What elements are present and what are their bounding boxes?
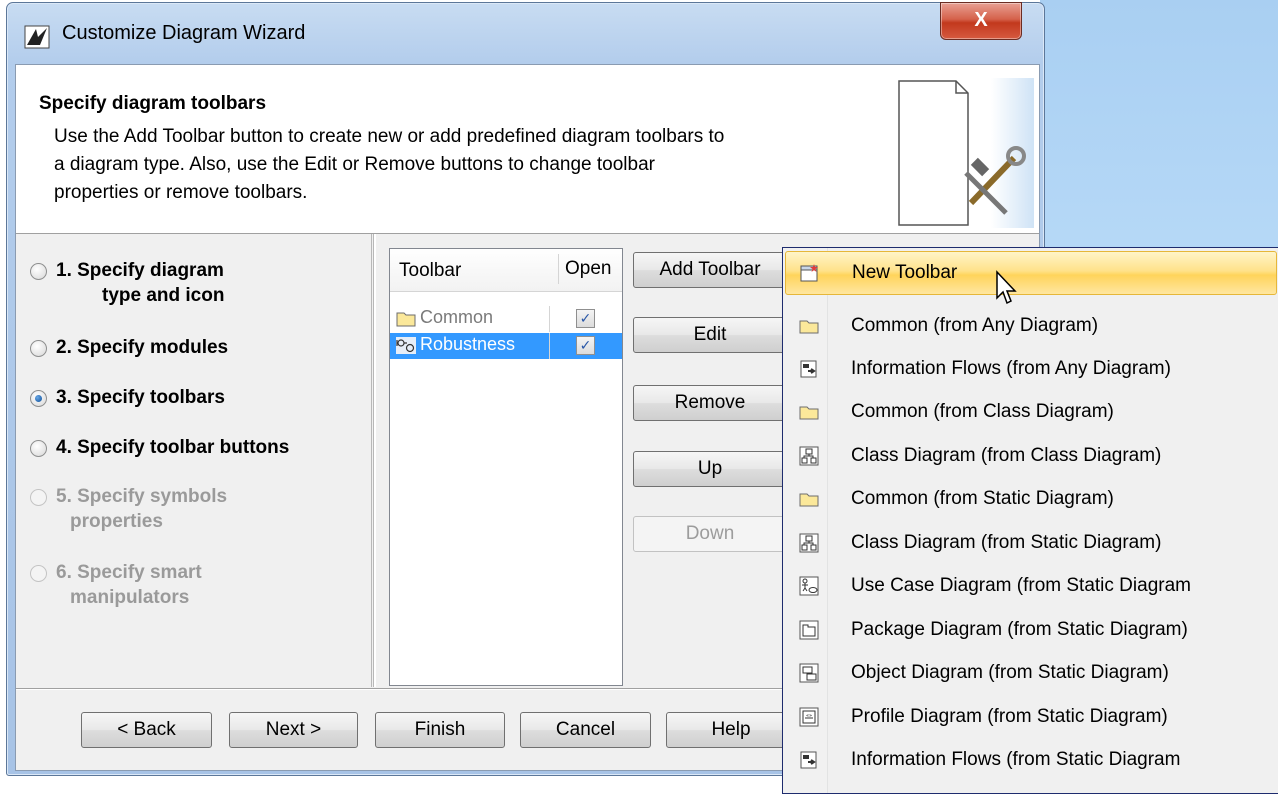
step-label-cont: manipulators: [70, 587, 190, 608]
step-1[interactable]: 1. Specify diagram type and icon: [30, 258, 224, 308]
menu-item-label: Information Flows (from Static Diagram: [851, 749, 1181, 770]
page-description: Use the Add Toolbar button to create new…: [54, 123, 884, 207]
package-diagram-icon: [799, 620, 819, 640]
edit-button[interactable]: Edit: [633, 317, 787, 353]
column-header-toolbar[interactable]: Toolbar: [399, 260, 461, 282]
menu-item-label: Common (from Any Diagram): [851, 315, 1099, 336]
svg-text:«»: «»: [806, 713, 812, 719]
step-label: 5. Specify symbols: [56, 486, 228, 507]
table-header: Toolbar Open: [390, 249, 622, 292]
menu-item[interactable]: Information Flows (from Any Diagram): [785, 347, 1277, 391]
profile-diagram-icon: «»: [799, 707, 819, 727]
menu-item[interactable]: Class Diagram (from Static Diagram): [785, 521, 1277, 565]
app-icon: [24, 25, 50, 49]
step-radio[interactable]: [30, 340, 47, 357]
page-title: Specify diagram toolbars: [39, 93, 267, 114]
window-title: Customize Diagram Wizard: [62, 22, 306, 44]
close-button[interactable]: X: [940, 2, 1022, 40]
menu-item-label: Common (from Class Diagram): [851, 401, 1114, 422]
step-radio-selected[interactable]: [30, 390, 47, 407]
new-toolbar-icon: [800, 264, 818, 282]
step-4[interactable]: 4. Specify toolbar buttons: [30, 435, 289, 460]
remove-button[interactable]: Remove: [633, 385, 787, 421]
column-divider: [549, 333, 550, 359]
step-6: 6. Specify smart manipulators: [30, 560, 202, 610]
class-diagram-icon: [799, 533, 819, 553]
open-checkbox[interactable]: ✓: [576, 336, 595, 355]
menu-item-new-toolbar[interactable]: New Toolbar: [785, 251, 1277, 295]
menu-item[interactable]: Object Diagram (from Static Diagram): [785, 651, 1277, 695]
robustness-icon: [396, 337, 416, 354]
next-button[interactable]: Next >: [229, 712, 358, 748]
object-diagram-icon: [799, 663, 819, 683]
menu-item[interactable]: Class Diagram (from Class Diagram): [785, 434, 1277, 478]
menu-item-label: Information Flows (from Any Diagram): [851, 358, 1171, 379]
title-bar[interactable]: Customize Diagram Wizard: [7, 3, 1044, 65]
menu-item-label: Use Case Diagram (from Static Diagram: [851, 575, 1191, 596]
menu-item[interactable]: Common (from Static Diagram): [785, 477, 1277, 521]
information-flow-icon: [800, 751, 817, 769]
column-divider: [549, 306, 550, 332]
cancel-button[interactable]: Cancel: [520, 712, 651, 748]
column-header-open[interactable]: Open: [558, 254, 611, 284]
mouse-cursor-icon: [996, 270, 1017, 305]
menu-item-label: New Toolbar: [852, 262, 958, 283]
step-label: 4. Specify toolbar buttons: [56, 437, 290, 458]
description-line: a diagram type. Also, use the Edit or Re…: [54, 154, 655, 175]
step-3[interactable]: 3. Specify toolbars: [30, 385, 225, 410]
help-button[interactable]: Help: [666, 712, 796, 748]
up-button[interactable]: Up: [633, 451, 787, 487]
folder-icon: [799, 320, 819, 334]
menu-item[interactable]: Package Diagram (from Static Diagram): [785, 608, 1277, 652]
information-flow-icon: [800, 360, 817, 378]
menu-item-label: Object Diagram (from Static Diagram): [851, 662, 1169, 683]
step-label-cont: type and icon: [102, 285, 225, 306]
wizard-banner-icon: [898, 78, 1034, 228]
folder-icon: [396, 312, 416, 327]
menu-item-label: Class Diagram (from Static Diagram): [851, 532, 1162, 553]
back-button[interactable]: < Back: [81, 712, 212, 748]
vertical-separator: [373, 234, 376, 687]
menu-item[interactable]: «» Profile Diagram (from Static Diagram): [785, 695, 1277, 739]
step-radio[interactable]: [30, 263, 47, 280]
step-label: 3. Specify toolbars: [56, 387, 225, 408]
toolbar-name: Common: [420, 307, 494, 327]
menu-item-label: Common (from Static Diagram): [851, 488, 1114, 509]
down-button[interactable]: Down: [633, 516, 787, 552]
menu-item-label: Class Diagram (from Class Diagram): [851, 445, 1162, 466]
step-5: 5. Specify symbols properties: [30, 484, 227, 534]
step-radio[interactable]: [30, 440, 47, 457]
toolbar-name: Robustness: [420, 334, 516, 354]
step-label: 2. Specify modules: [56, 337, 229, 358]
steps-panel: 1. Specify diagram type and icon 2. Spec…: [16, 234, 372, 687]
header-panel: Specify diagram toolbars Use the Add Too…: [16, 65, 1039, 234]
open-checkbox[interactable]: ✓: [576, 309, 595, 328]
menu-item[interactable]: Common (from Class Diagram): [785, 390, 1277, 434]
folder-icon: [799, 493, 819, 507]
menu-item[interactable]: Information Flows (from Static Diagram: [785, 738, 1277, 782]
menu-item[interactable]: Common (from Any Diagram): [785, 304, 1277, 348]
add-toolbar-button[interactable]: Add Toolbar: [633, 252, 787, 288]
description-line: properties or remove toolbars.: [54, 182, 308, 203]
use-case-diagram-icon: [799, 576, 819, 596]
description-line: Use the Add Toolbar button to create new…: [54, 126, 725, 147]
step-radio: [30, 565, 47, 582]
menu-item-label: Package Diagram (from Static Diagram): [851, 619, 1188, 640]
step-label: 6. Specify smart: [56, 562, 202, 583]
folder-icon: [799, 406, 819, 420]
add-toolbar-menu: New Toolbar Common (from Any Diagram) In…: [782, 247, 1278, 794]
menu-item[interactable]: Use Case Diagram (from Static Diagram: [785, 564, 1277, 608]
step-radio: [30, 489, 47, 506]
class-diagram-icon: [799, 446, 819, 466]
toolbars-table[interactable]: Toolbar Open Common ✓ Robustness ✓: [389, 248, 623, 686]
step-2[interactable]: 2. Specify modules: [30, 335, 228, 360]
step-label: 1. Specify diagram: [56, 260, 224, 281]
table-row[interactable]: Common ✓: [390, 306, 622, 332]
menu-item-label: Profile Diagram (from Static Diagram): [851, 706, 1168, 727]
finish-button[interactable]: Finish: [375, 712, 505, 748]
step-label-cont: properties: [70, 511, 163, 532]
table-row-selected[interactable]: Robustness ✓: [390, 333, 622, 359]
